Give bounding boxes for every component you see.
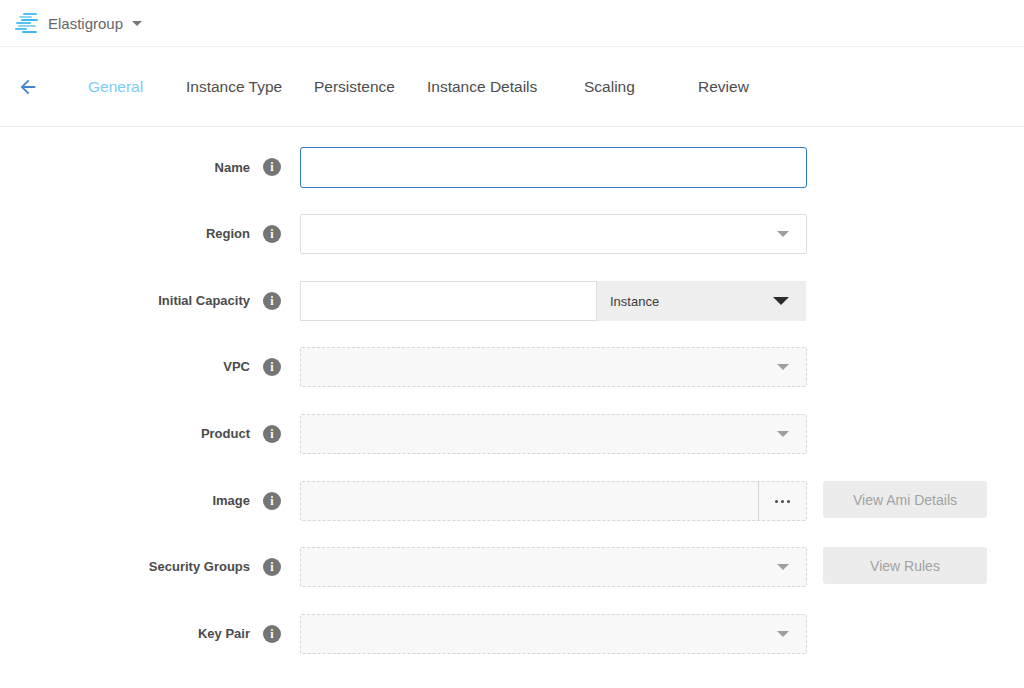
tab-persistence[interactable]: Persistence — [314, 47, 395, 126]
app-switcher-caret-icon[interactable] — [132, 21, 142, 26]
image-info-icon[interactable]: i — [263, 492, 281, 510]
product-caret-icon — [777, 431, 789, 437]
tab-general[interactable]: General — [88, 47, 143, 126]
initial-capacity-info-icon[interactable]: i — [263, 292, 281, 310]
vpc-info-icon[interactable]: i — [263, 358, 281, 376]
vpc-select — [300, 347, 807, 387]
product-label: Product — [0, 414, 250, 454]
app-title[interactable]: Elastigroup — [48, 15, 123, 32]
security-groups-select — [300, 547, 807, 587]
key-pair-caret-icon — [777, 631, 789, 637]
security-groups-label: Security Groups — [0, 547, 250, 587]
key-pair-info-icon[interactable]: i — [263, 625, 281, 643]
product-info-icon[interactable]: i — [263, 425, 281, 443]
capacity-unit-value: Instance — [610, 294, 659, 309]
region-select[interactable] — [300, 214, 807, 254]
initial-capacity-label: Initial Capacity — [0, 281, 250, 321]
security-groups-caret-icon — [777, 564, 789, 570]
back-arrow-icon[interactable] — [17, 76, 39, 98]
wizard-tab-bar: General Instance Type Persistence Instan… — [0, 47, 1024, 127]
name-input[interactable] — [300, 147, 807, 188]
image-label: Image — [0, 481, 250, 521]
security-groups-info-icon[interactable]: i — [263, 558, 281, 576]
region-caret-icon — [777, 231, 789, 237]
tab-instance-details[interactable]: Instance Details — [427, 47, 537, 126]
product-select — [300, 414, 807, 454]
elastigroup-logo-icon — [15, 12, 39, 34]
image-browse-button[interactable] — [759, 482, 806, 520]
region-label: Region — [0, 214, 250, 254]
region-info-icon[interactable]: i — [263, 225, 281, 243]
capacity-unit-select[interactable]: Instance — [597, 281, 806, 321]
initial-capacity-input[interactable] — [300, 281, 597, 321]
key-pair-label: Key Pair — [0, 614, 250, 654]
tab-instance-type[interactable]: Instance Type — [186, 47, 282, 126]
tab-scaling[interactable]: Scaling — [584, 47, 635, 126]
key-pair-select — [300, 614, 807, 654]
tab-review[interactable]: Review — [698, 47, 749, 126]
name-label: Name — [0, 147, 250, 188]
name-info-icon[interactable]: i — [263, 158, 281, 176]
view-rules-button[interactable]: View Rules — [823, 547, 987, 584]
view-ami-details-button[interactable]: View Ami Details — [823, 481, 987, 518]
top-bar: Elastigroup — [0, 0, 1024, 47]
image-picker — [300, 481, 807, 521]
capacity-unit-caret-icon — [773, 297, 789, 305]
vpc-caret-icon — [777, 364, 789, 370]
vpc-label: VPC — [0, 347, 250, 387]
